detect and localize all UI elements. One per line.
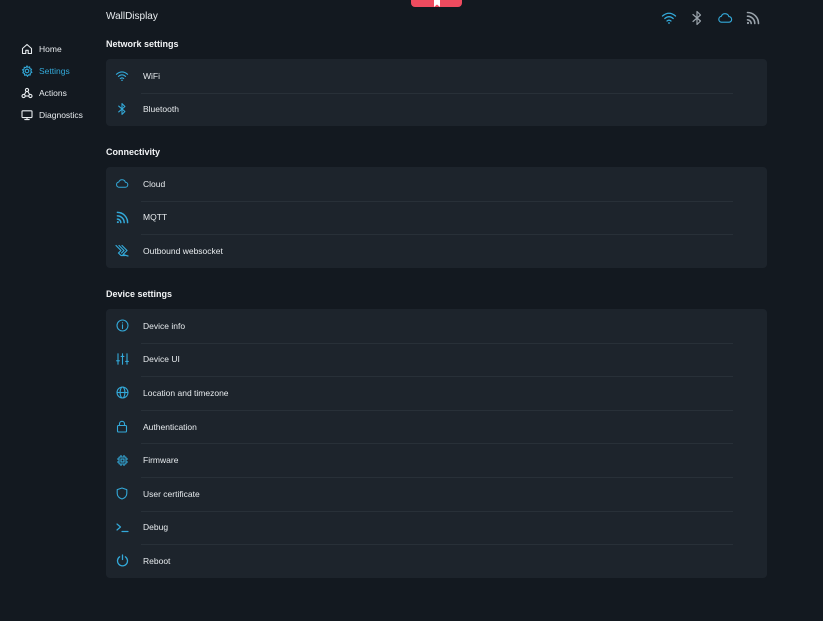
app-title: WallDisplay bbox=[106, 11, 158, 22]
cloud-icon bbox=[115, 177, 129, 191]
sidebar-item-diagnostics[interactable]: Diagnostics bbox=[21, 104, 101, 126]
row-label: Device info bbox=[143, 320, 186, 331]
settings-row-wifi[interactable]: WiFi bbox=[106, 59, 767, 93]
settings-row-bluetooth[interactable]: Bluetooth bbox=[106, 92, 767, 127]
settings-row-user-certificate[interactable]: User certificate bbox=[106, 476, 767, 511]
info-icon bbox=[115, 319, 129, 333]
sliders-icon bbox=[115, 352, 129, 366]
row-label: Reboot bbox=[143, 555, 171, 566]
settings-row-device-ui[interactable]: Device UI bbox=[106, 342, 767, 377]
row-label: Location and timezone bbox=[143, 387, 229, 398]
sidebar-nav: Home Settings Actions Diagnostics bbox=[21, 38, 101, 126]
settings-row-authentication[interactable]: Authentication bbox=[106, 409, 767, 444]
rss-icon bbox=[115, 210, 129, 224]
sidebar-item-label: Settings bbox=[39, 66, 70, 76]
globe-icon bbox=[115, 386, 129, 400]
bluetooth-icon bbox=[115, 102, 129, 116]
row-label: Firmware bbox=[143, 455, 179, 466]
sidebar-item-label: Diagnostics bbox=[39, 110, 83, 120]
terminal-icon bbox=[115, 520, 129, 534]
row-label: Cloud bbox=[143, 178, 166, 189]
settings-row-debug[interactable]: Debug bbox=[106, 510, 767, 545]
rss-icon[interactable] bbox=[745, 10, 761, 26]
settings-row-outbound-websocket[interactable]: Outbound websocket bbox=[106, 234, 767, 268]
section-title-connectivity: Connectivity bbox=[106, 147, 161, 157]
wifi-icon[interactable] bbox=[661, 10, 677, 26]
row-label: Debug bbox=[143, 522, 169, 533]
lock-icon bbox=[115, 420, 129, 434]
monitor-icon bbox=[21, 109, 33, 121]
chip-icon bbox=[115, 453, 129, 467]
row-label: Outbound websocket bbox=[143, 245, 223, 256]
app-window: WallDisplay Home Settings Actions Diagno… bbox=[0, 0, 823, 621]
settings-row-location-timezone[interactable]: Location and timezone bbox=[106, 376, 767, 410]
power-icon bbox=[115, 554, 129, 568]
home-icon bbox=[21, 43, 33, 55]
section-title-network: Network settings bbox=[106, 39, 179, 49]
row-label: Device UI bbox=[143, 354, 180, 365]
row-label: MQTT bbox=[143, 212, 168, 223]
gear-icon bbox=[21, 65, 33, 77]
settings-row-cloud[interactable]: Cloud bbox=[106, 167, 767, 201]
shield-icon bbox=[115, 487, 129, 501]
sidebar-item-label: Actions bbox=[39, 88, 67, 98]
row-label: WiFi bbox=[143, 70, 160, 81]
row-label: Authentication bbox=[143, 421, 197, 432]
wifi-icon bbox=[115, 69, 129, 83]
network-settings-card: WiFi Bluetooth bbox=[106, 59, 767, 127]
bookmark-icon bbox=[433, 0, 440, 7]
sidebar-item-home[interactable]: Home bbox=[21, 38, 101, 60]
section-title-device: Device settings bbox=[106, 289, 173, 299]
row-label: User certificate bbox=[143, 488, 200, 499]
header-status-icons bbox=[661, 10, 761, 26]
settings-row-mqtt[interactable]: MQTT bbox=[106, 200, 767, 235]
sidebar-item-actions[interactable]: Actions bbox=[21, 82, 101, 104]
row-label: Bluetooth bbox=[143, 104, 179, 115]
top-pull-tab[interactable] bbox=[411, 0, 462, 7]
sidebar-item-settings[interactable]: Settings bbox=[21, 60, 101, 82]
settings-row-firmware[interactable]: Firmware bbox=[106, 443, 767, 477]
bluetooth-icon[interactable] bbox=[689, 10, 705, 26]
settings-row-reboot[interactable]: Reboot bbox=[106, 544, 767, 578]
settings-row-device-info[interactable]: Device info bbox=[106, 309, 767, 343]
sidebar-item-label: Home bbox=[39, 44, 62, 54]
device-settings-card: Device info Device UI Location and timez… bbox=[106, 309, 767, 578]
cloud-icon[interactable] bbox=[717, 10, 733, 26]
connectivity-card: Cloud MQTT Outbound websocket bbox=[106, 167, 767, 268]
websocket-icon bbox=[115, 244, 129, 258]
actions-icon bbox=[21, 87, 33, 99]
